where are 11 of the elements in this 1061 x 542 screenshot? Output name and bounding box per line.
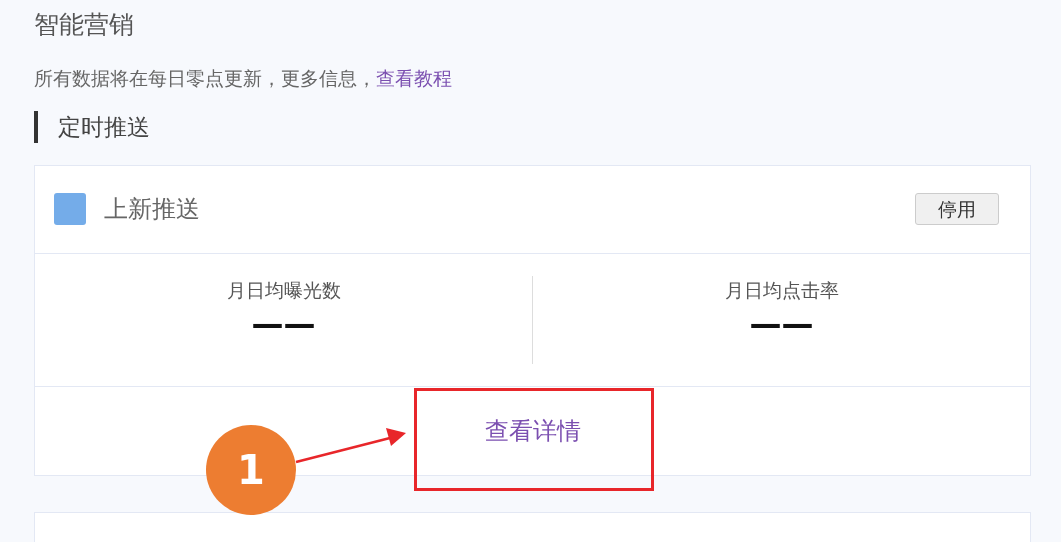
details-link[interactable]: 查看详情 [484, 412, 581, 449]
page-title: 智能营销 [34, 9, 135, 41]
tutorial-link[interactable]: 查看教程 [376, 67, 452, 89]
card-title: 上新推送 [104, 194, 200, 225]
stat-label: 月日均曝光数 [225, 277, 342, 303]
disable-button[interactable]: 停用 [915, 192, 999, 226]
section-title: 定时推送 [34, 110, 1031, 143]
stat-label: 月日均点击率 [723, 277, 840, 303]
notice-text: 所有数据将在每日零点更新，更多信息，查看教程 [34, 66, 453, 91]
stat-value: —— [748, 304, 815, 344]
stat-value: —— [250, 304, 317, 344]
